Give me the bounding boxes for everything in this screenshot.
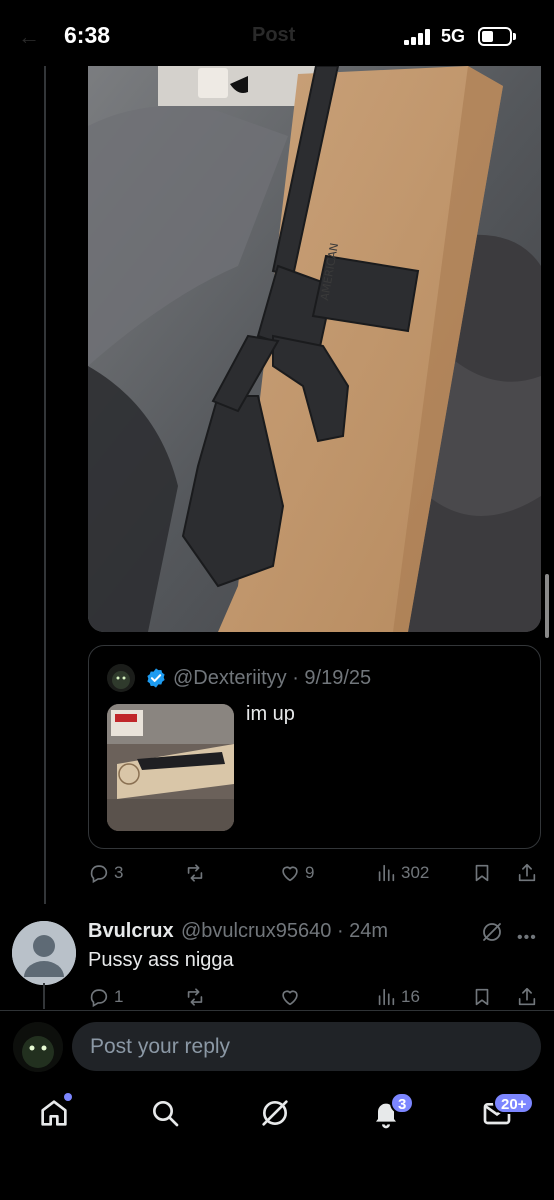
- like-count: 9: [305, 863, 315, 882]
- quoted-post-text: im up: [246, 703, 295, 725]
- reply-reply-button[interactable]: 1: [88, 983, 123, 1011]
- share-icon: [518, 863, 536, 882]
- reply-button[interactable]: 3: [88, 859, 123, 887]
- reply-handle-time[interactable]: @bvulcrux95640 · 24m: [181, 920, 388, 943]
- notifications-badge: 3: [390, 1092, 415, 1114]
- compose-divider: [0, 1010, 554, 1011]
- repost-icon: [187, 864, 203, 882]
- thread-line: [44, 66, 46, 904]
- reply-reply-count: 1: [114, 987, 124, 1006]
- network-label: 5G: [441, 26, 466, 46]
- home-unread-dot: [64, 1093, 72, 1101]
- reply-like-button[interactable]: [279, 983, 305, 1011]
- verified-badge-icon: [147, 668, 165, 688]
- page-title: Post: [252, 24, 296, 46]
- quoted-handle-date[interactable]: @Dexteriityy · 9/19/25: [173, 667, 371, 690]
- my-avatar[interactable]: [13, 1022, 63, 1072]
- quoted-media-thumbnail[interactable]: [107, 704, 234, 831]
- nav-notifications[interactable]: 3: [370, 1092, 415, 1137]
- reply-bookmark-button[interactable]: [471, 983, 493, 1011]
- nav-home[interactable]: [38, 1093, 78, 1137]
- quoted-user-avatar[interactable]: [107, 664, 135, 692]
- share-icon: [518, 987, 536, 1006]
- views-button[interactable]: 302: [375, 859, 429, 887]
- home-icon: [41, 1100, 67, 1126]
- post-media-image[interactable]: AMERICAN: [88, 66, 541, 632]
- nav-search[interactable]: [149, 1097, 189, 1137]
- repost-button[interactable]: [184, 859, 210, 887]
- more-options-icon[interactable]: •••: [517, 929, 537, 947]
- reply-actions: 1 16: [88, 983, 541, 1011]
- nav-grok[interactable]: [259, 1097, 299, 1137]
- scroll-indicator: [545, 574, 549, 638]
- status-bar: ← 6:38 Post 5G: [0, 0, 554, 70]
- reply-repost-button[interactable]: [184, 983, 210, 1011]
- bookmark-icon: [475, 988, 489, 1006]
- heart-icon: [282, 990, 298, 1006]
- back-arrow-icon[interactable]: ←: [18, 24, 40, 50]
- battery-tip: [513, 33, 516, 40]
- reply-views-count: 16: [401, 987, 420, 1006]
- reply-share-button[interactable]: [516, 983, 538, 1011]
- reply-icon: [90, 865, 108, 884]
- status-time: 6:38: [64, 22, 111, 48]
- grok-icon: [262, 1100, 288, 1126]
- reply-icon: [90, 989, 108, 1008]
- search-icon: [153, 1101, 179, 1127]
- photo-illustration: AMERICAN: [88, 66, 541, 632]
- repost-icon: [187, 988, 203, 1006]
- reply-thread-line: [43, 983, 45, 1009]
- reply-text: Pussy ass nigga: [88, 949, 234, 971]
- signal-icon: [404, 29, 434, 45]
- reply-input[interactable]: [72, 1022, 541, 1071]
- analytics-icon: [378, 988, 395, 1006]
- views-count: 302: [401, 863, 430, 882]
- messages-badge: 20+: [493, 1092, 535, 1114]
- bookmark-icon: [475, 864, 489, 882]
- post-actions: 3 9 302: [88, 859, 541, 887]
- like-button[interactable]: 9: [279, 859, 314, 887]
- quoted-post[interactable]: @Dexteriityy · 9/19/25 im up: [88, 645, 541, 849]
- reply-user-avatar[interactable]: [12, 921, 76, 985]
- grok-icon[interactable]: [480, 920, 504, 944]
- bookmark-button[interactable]: [471, 859, 493, 887]
- nav-messages[interactable]: 20+: [481, 1092, 535, 1137]
- bottom-nav: 3 20+: [0, 1080, 554, 1200]
- share-button[interactable]: [516, 859, 538, 887]
- reply-views-button[interactable]: 16: [375, 983, 420, 1011]
- heart-icon: [282, 866, 298, 882]
- battery-icon: [478, 27, 512, 46]
- reply-count: 3: [114, 863, 124, 882]
- analytics-icon: [378, 864, 395, 882]
- reply-user-name[interactable]: Bvulcrux: [88, 920, 174, 943]
